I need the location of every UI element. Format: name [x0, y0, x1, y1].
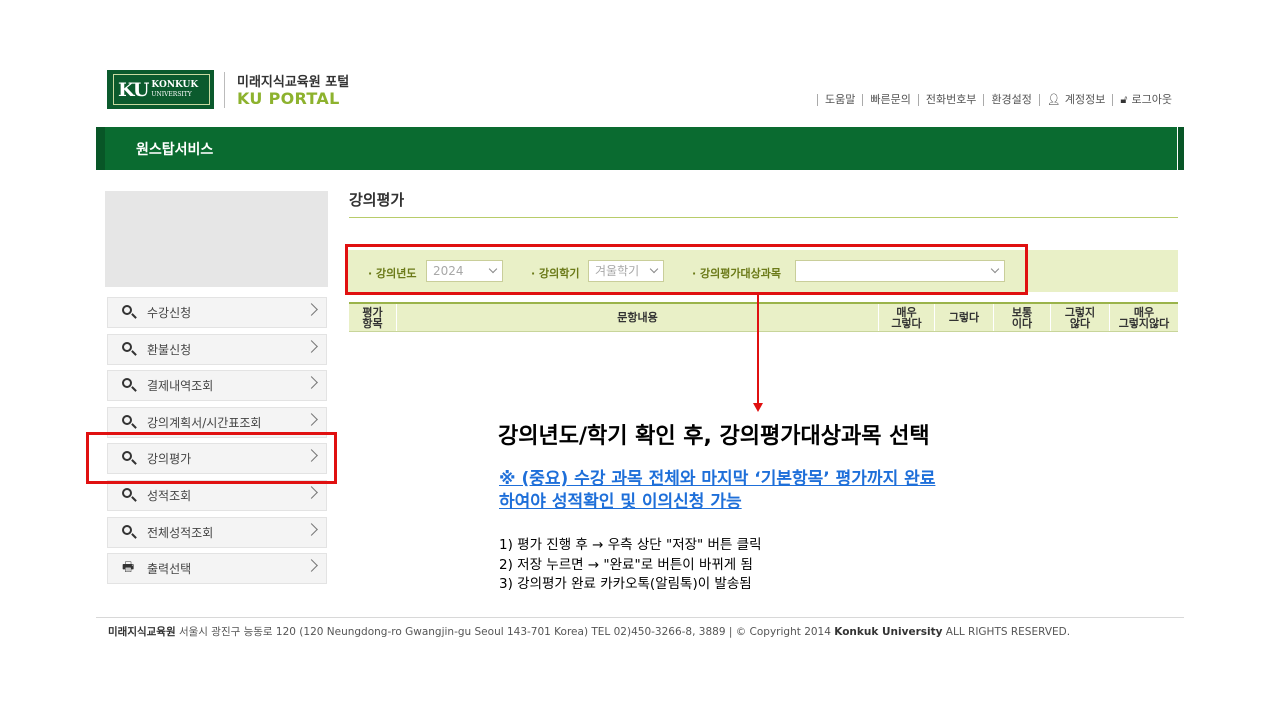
annotation-note-line1: ※ (중요) 수강 과목 전체와 마지막 ‘기본항목’ 평가까지 완료	[499, 469, 936, 489]
search-icon	[122, 378, 139, 393]
col-strongly-disagree: 매우 그렇지않다	[1118, 305, 1170, 330]
chevron-right-icon	[305, 339, 318, 353]
page-title: 강의평가	[349, 191, 405, 209]
logo-ku-text: KU	[118, 78, 149, 101]
top-links: 도움말 빠른문의 전화번호부 환경설정 👤︎ 계정정보 🔓︎ 로그아웃	[816, 93, 1179, 106]
col-disagree: 그렇지 않다	[1051, 304, 1110, 331]
search-icon	[122, 487, 139, 503]
konkuk-logo[interactable]: KU KONKUK UNIVERSITY	[107, 70, 214, 109]
printer-icon: 🖶︎	[122, 559, 135, 575]
logout-label: 로그아웃	[1131, 93, 1172, 106]
header-divider	[224, 72, 225, 108]
chevron-right-icon	[305, 303, 318, 316]
logo-university-text: KONKUK UNIVERSITY	[151, 79, 199, 99]
annotation-note-line2: 하여야 성적확인 및 이의신청 가능	[499, 492, 742, 512]
sidebar-item-print[interactable]: 🖶︎ 출력선택	[107, 553, 327, 585]
chevron-right-icon	[305, 486, 318, 499]
annotation-step-2: 2) 저장 누르면 → "완료"로 버튼이 바뀌게 됨	[499, 556, 753, 573]
sidebar-item-label: 출력선택	[147, 562, 192, 577]
sidebar-item-course-registration[interactable]: 수강신청	[107, 297, 327, 328]
annotation-steps: 1) 평가 진행 후 → 우측 상단 "저장" 버튼 클릭 2) 저장 누르면 …	[499, 536, 762, 595]
col-item: 평가 항목	[349, 304, 397, 331]
col-question: 문항내용	[397, 304, 879, 331]
search-icon	[122, 305, 139, 320]
pointer-arrow-line	[757, 295, 759, 405]
sidebar-item-label: 전체성적조회	[147, 525, 214, 540]
logo-konkuk: KONKUK	[151, 79, 199, 90]
evaluation-table-header: 평가 항목 문항내용 매우 그렇다 그렇다 보통 이다 그렇지 않다 매우 그렇…	[349, 302, 1178, 332]
nav-bar-left-edge	[96, 127, 105, 170]
logo-frame: KU KONKUK UNIVERSITY	[113, 74, 210, 105]
highlight-box-sidebar	[86, 432, 337, 484]
account-label: 계정정보	[1064, 93, 1106, 106]
footer: 미래지식교육원 서울시 광진구 능동로 120 (120 Neungdong-r…	[108, 624, 1070, 639]
sidebar-item-label: 수강신청	[147, 306, 192, 320]
settings-label: 환경설정	[991, 93, 1032, 106]
unlock-icon: 🔓︎	[1120, 93, 1128, 106]
annotation-step-3: 3) 강의평가 완료 카카오톡(알림톡)이 발송됨	[499, 576, 752, 592]
pointer-arrow-head	[753, 403, 763, 412]
chevron-right-icon	[305, 412, 318, 426]
quick-inquiry-link[interactable]: 빠른문의	[862, 94, 917, 106]
help-link-label: 도움말	[824, 93, 856, 106]
sidebar-item-label: 환불신청	[147, 342, 192, 357]
sidebar-item-label: 결제내역조회	[147, 379, 214, 394]
logout-link[interactable]: 🔓︎ 로그아웃	[1112, 94, 1179, 106]
portal-subtitle: KU PORTAL	[237, 89, 340, 108]
footer-company: Konkuk University	[834, 626, 943, 638]
col-agree: 그렇다	[935, 304, 994, 331]
col-strongly-agree: 매우 그렇다	[879, 304, 935, 331]
quick-inquiry-label: 빠른문의	[870, 93, 911, 106]
annotation-important-note: ※ (중요) 수강 과목 전체와 마지막 ‘기본항목’ 평가까지 완료 하여야 …	[499, 468, 935, 514]
footer-divider	[96, 617, 1184, 618]
chevron-right-icon	[305, 559, 318, 573]
sidebar-item-grades[interactable]: 성적조회	[107, 479, 327, 511]
search-icon	[122, 341, 139, 357]
footer-org: 미래지식교육원	[108, 626, 176, 638]
chevron-right-icon	[305, 522, 318, 536]
help-link[interactable]: 도움말	[816, 93, 862, 106]
col-neutral: 보통 이다	[994, 304, 1051, 331]
sidebar-profile-area	[105, 191, 328, 287]
settings-link[interactable]: 환경설정	[983, 94, 1038, 106]
portal-title: 미래지식교육원 포털	[237, 75, 350, 90]
annotation-title: 강의년도/학기 확인 후, 강의평가대상과목 선택	[498, 424, 930, 449]
account-link[interactable]: 👤︎ 계정정보	[1038, 93, 1112, 106]
logo-university: UNIVERSITY	[151, 90, 192, 98]
title-underline	[349, 217, 1178, 218]
user-icon: 👤︎	[1046, 93, 1061, 106]
annotation-step-1: 1) 평가 진행 후 → 우측 상단 "저장" 버튼 클릭	[499, 537, 762, 553]
phonebook-label: 전화번호부	[925, 93, 977, 106]
footer-rights: ALL RIGHTS RESERVED.	[942, 626, 1071, 638]
highlight-box-filters	[345, 244, 1028, 295]
search-icon	[122, 414, 139, 430]
footer-address: 서울시 광진구 능동로 120 (120 Neungdong-ro Gwangj…	[175, 626, 835, 638]
nav-bar-right-edge	[1177, 127, 1184, 170]
sidebar-item-refund[interactable]: 환불신청	[107, 333, 327, 365]
sidebar-item-all-grades[interactable]: 전체성적조회	[107, 516, 327, 548]
chevron-right-icon	[305, 376, 318, 390]
search-icon	[122, 524, 139, 540]
phonebook-link[interactable]: 전화번호부	[917, 93, 984, 106]
service-nav-bar: 원스탑서비스	[96, 127, 1184, 170]
sidebar-item-label: 성적조회	[147, 488, 192, 503]
nav-title[interactable]: 원스탑서비스	[136, 139, 213, 159]
sidebar-item-payment-history[interactable]: 결제내역조회	[107, 370, 327, 402]
sidebar-item-label: 강의계획서/시간표조회	[147, 415, 262, 430]
